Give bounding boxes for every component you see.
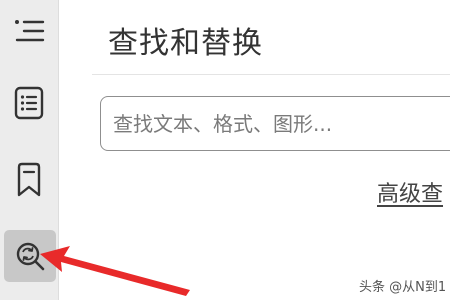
document-list-icon: [14, 86, 44, 120]
search-input[interactable]: [113, 97, 450, 150]
sidebar-item-find-replace[interactable]: [4, 230, 56, 282]
panel-title: 查找和替换: [108, 26, 263, 61]
app-window: 查找和替换 高级查 头条 @从N到1: [0, 0, 450, 300]
sidebar-item-bookmark[interactable]: [6, 157, 52, 203]
find-replace-panel: 查找和替换 高级查: [59, 0, 450, 300]
sidebar-item-document[interactable]: [6, 80, 52, 126]
watermark: 头条 @从N到1: [359, 280, 447, 295]
divider: [92, 74, 450, 75]
advanced-search-link[interactable]: 高级查: [377, 176, 443, 208]
sidebar: [0, 0, 59, 300]
search-replace-icon: [14, 240, 46, 272]
bookmark-icon: [15, 162, 43, 198]
search-box: [100, 96, 450, 151]
list-icon: [13, 18, 45, 44]
sidebar-item-outline[interactable]: [6, 8, 52, 54]
